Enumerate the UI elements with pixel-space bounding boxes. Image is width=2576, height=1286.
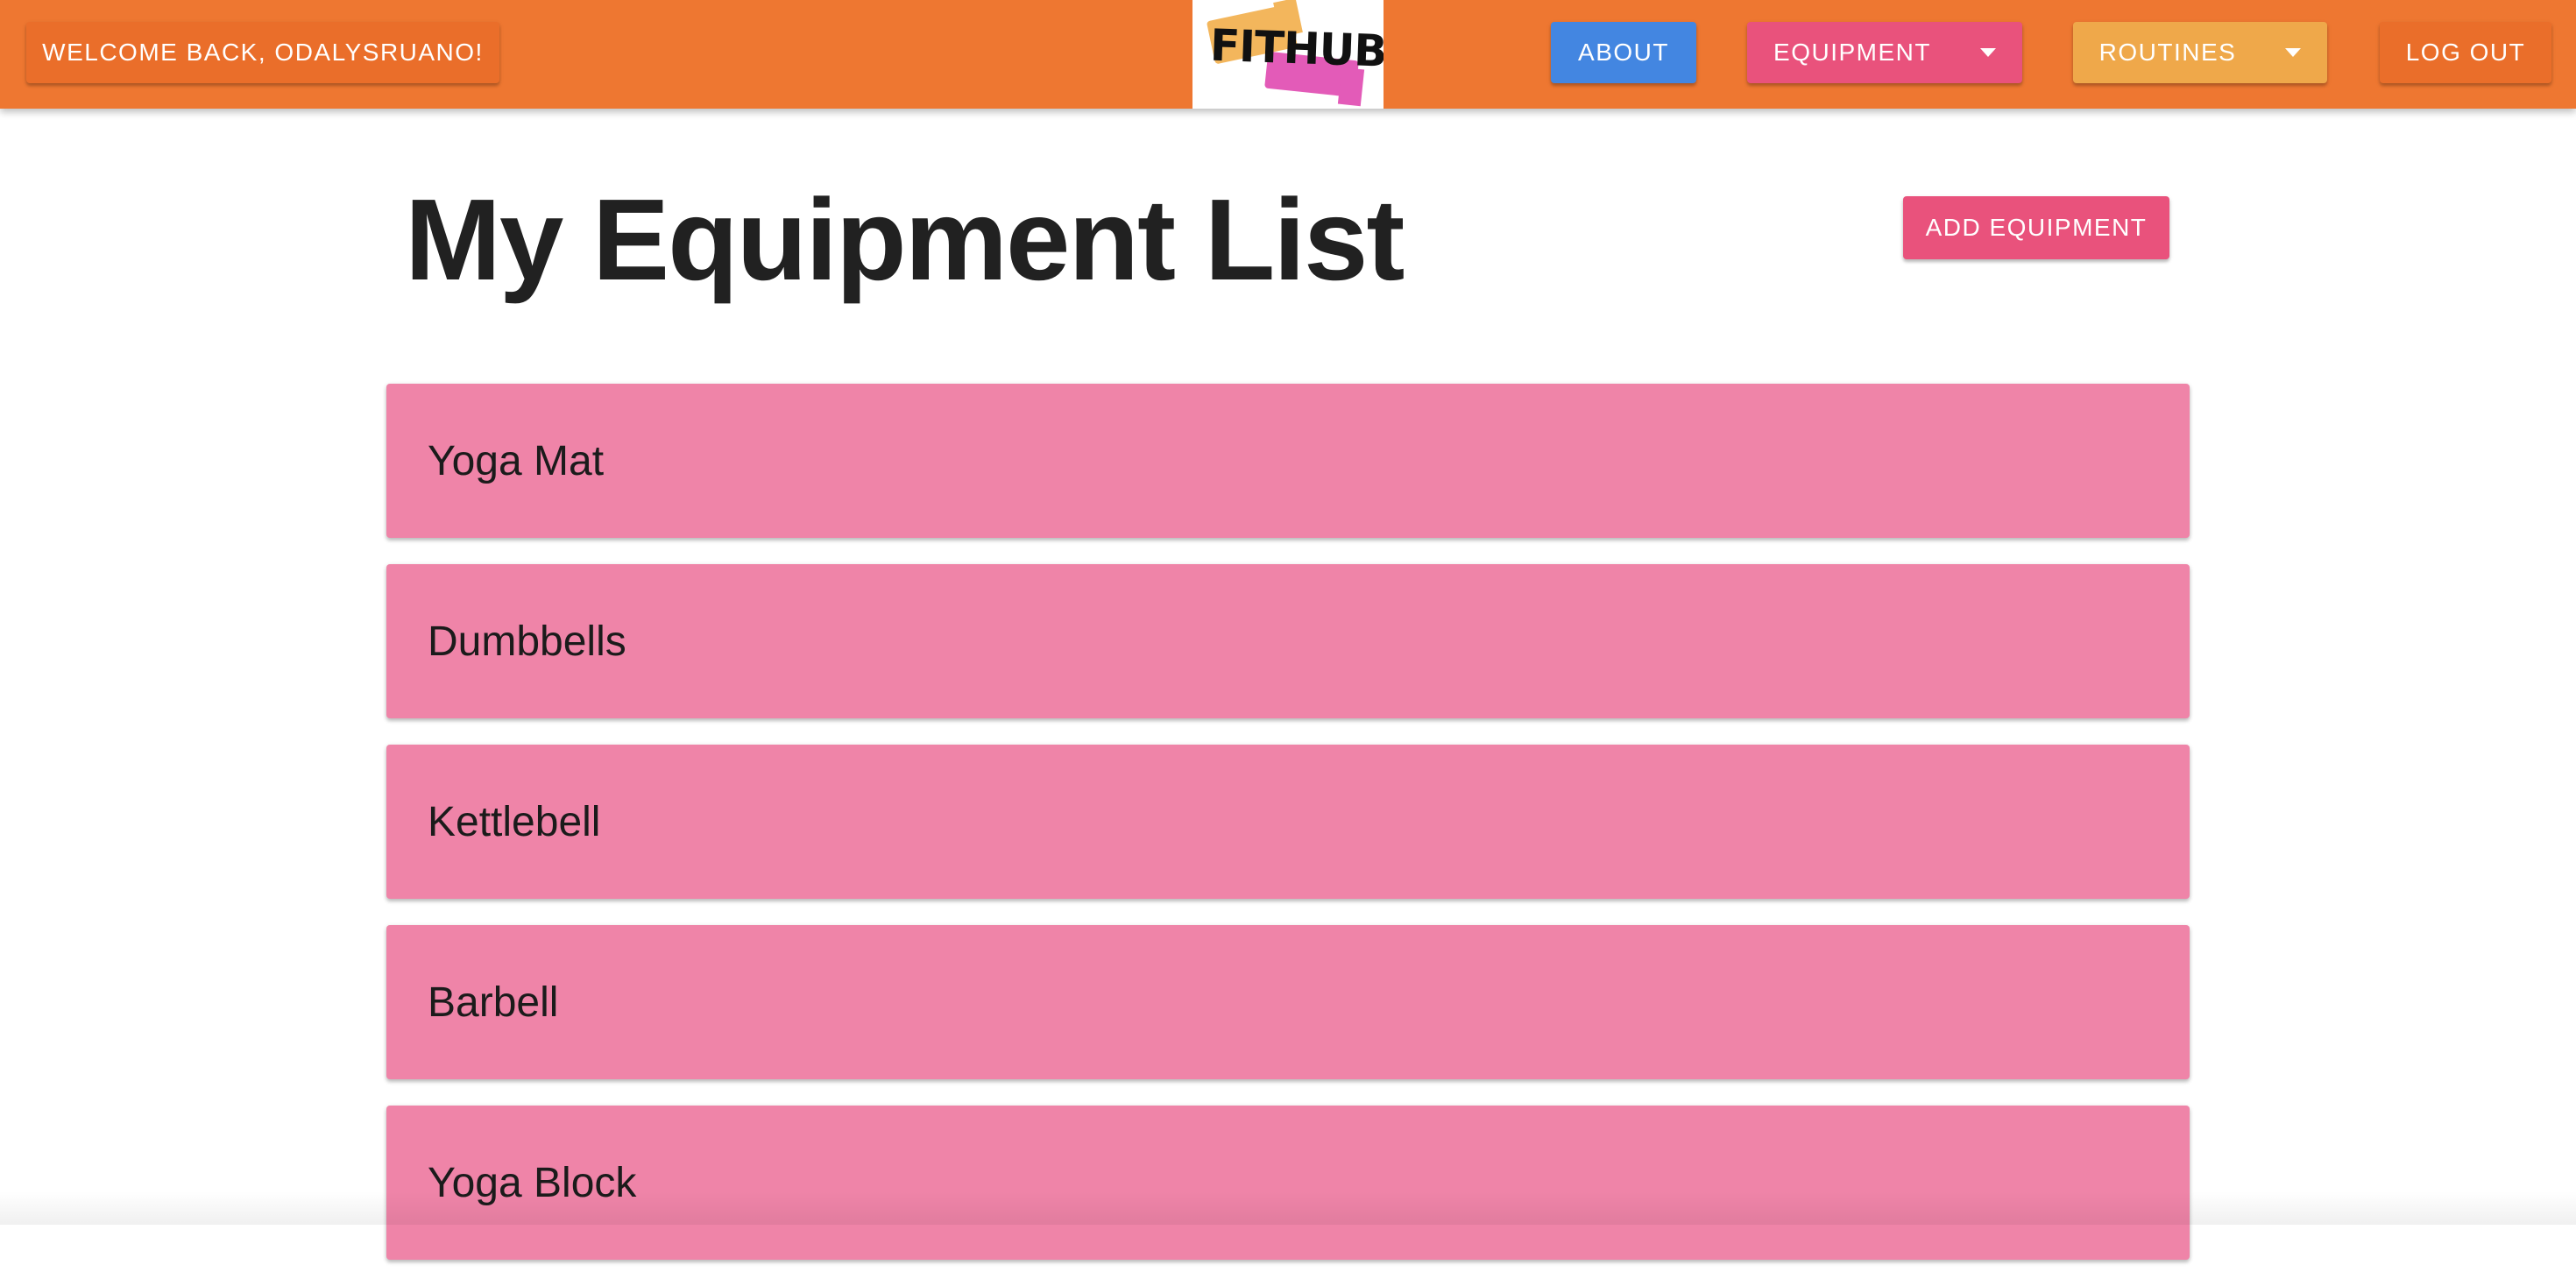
equipment-dropdown-label: EQUIPMENT — [1773, 39, 1931, 66]
list-item[interactable]: Barbell — [386, 925, 2190, 1079]
caret-down-icon — [1979, 48, 1996, 57]
routines-dropdown-button[interactable]: ROUTINES — [2073, 22, 2327, 83]
equipment-dropdown-button[interactable]: EQUIPMENT — [1747, 22, 2022, 83]
routines-dropdown-label: ROUTINES — [2098, 39, 2237, 66]
list-item-label: Yoga Mat — [428, 437, 605, 484]
list-item-label: Yoga Block — [428, 1159, 637, 1206]
list-item[interactable]: Yoga Block — [386, 1106, 2190, 1260]
list-item-label: Dumbbells — [428, 618, 626, 665]
equipment-list: Yoga Mat Dumbbells Kettlebell Barbell Yo… — [386, 384, 2190, 1286]
list-item[interactable]: Kettlebell — [386, 745, 2190, 899]
logo-text: FITHUB — [1209, 19, 1384, 77]
page-title: My Equipment List — [405, 175, 1405, 304]
caret-down-icon — [2285, 48, 2302, 57]
top-navbar: WELCOME BACK, ODALYSRUANO! FITHUB ABOUT … — [0, 0, 2576, 109]
logout-button[interactable]: LOG OUT — [2380, 22, 2551, 83]
list-item[interactable]: Dumbbells — [386, 564, 2190, 718]
list-item-label: Kettlebell — [428, 798, 601, 845]
about-button[interactable]: ABOUT — [1551, 22, 1696, 83]
fithub-logo[interactable]: FITHUB — [1192, 0, 1384, 109]
add-equipment-button[interactable]: ADD EQUIPMENT — [1903, 196, 2169, 259]
list-item-label: Barbell — [428, 979, 559, 1026]
welcome-button[interactable]: WELCOME BACK, ODALYSRUANO! — [26, 22, 499, 83]
list-item[interactable]: Yoga Mat — [386, 384, 2190, 538]
